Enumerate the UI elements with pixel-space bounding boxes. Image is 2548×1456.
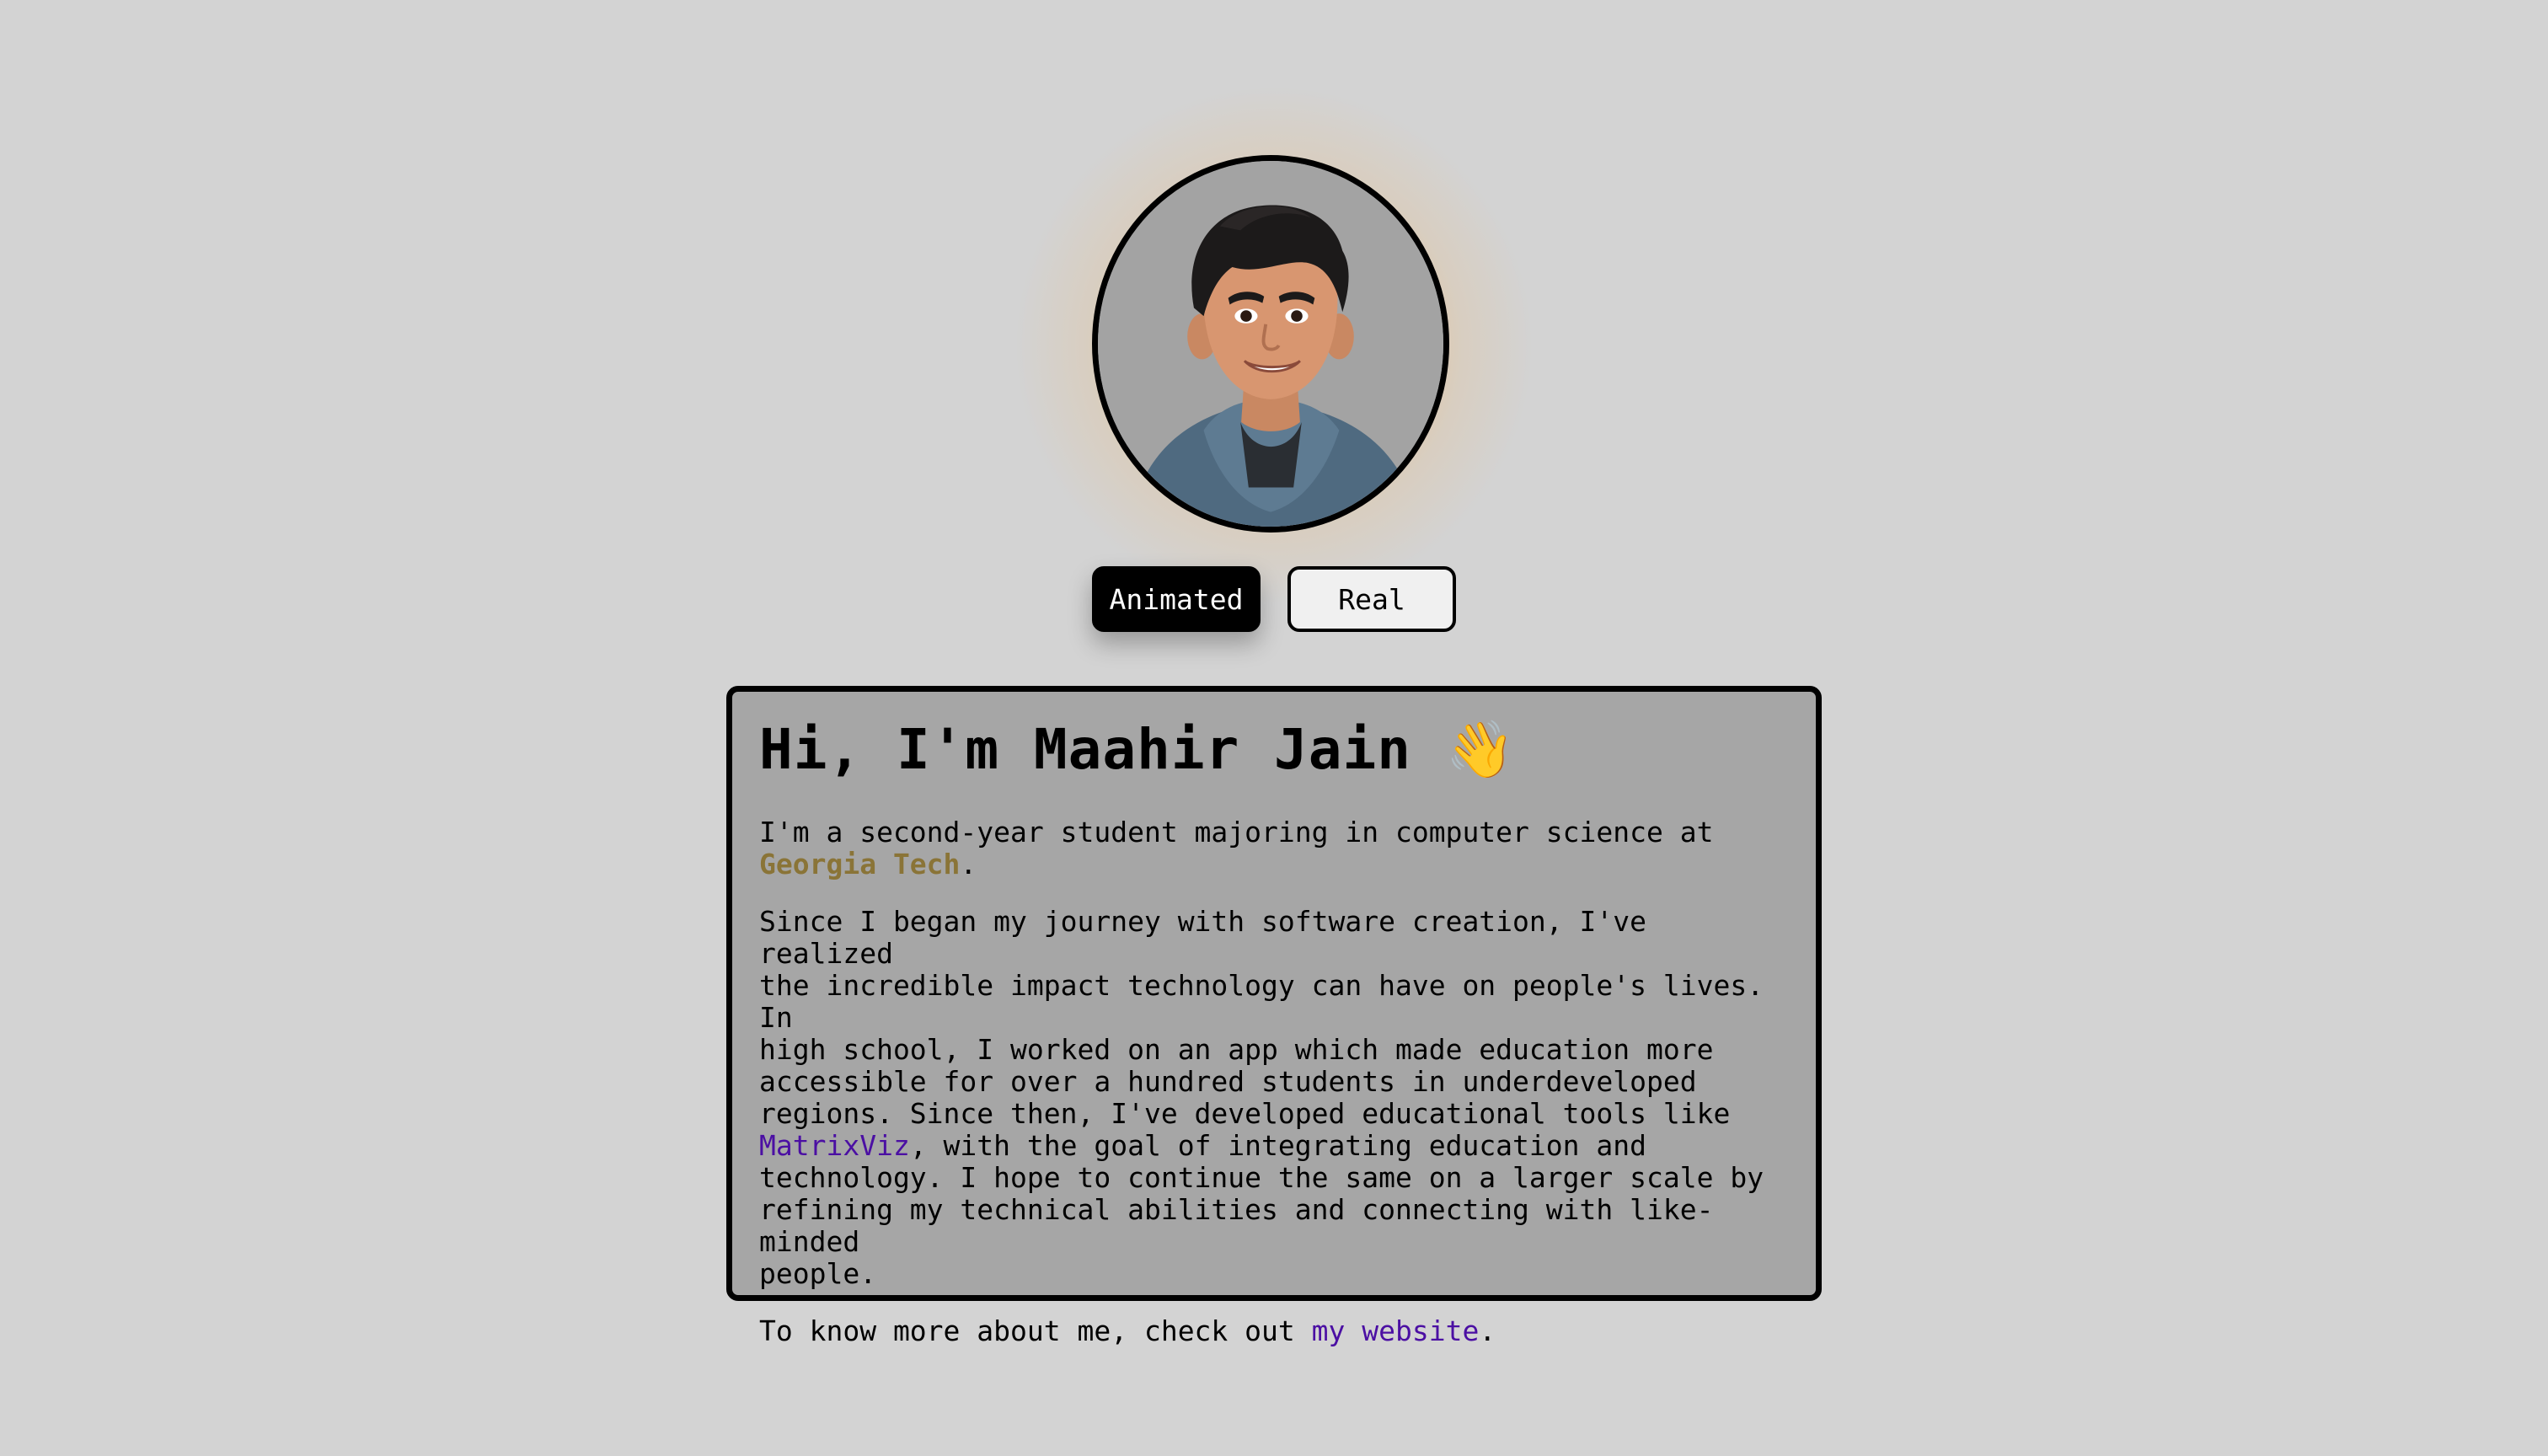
intro-paragraph-education: I'm a second-year student majoring in co…: [759, 816, 1789, 881]
avatar: [1092, 155, 1449, 533]
matrixviz-link[interactable]: MatrixViz: [759, 1129, 910, 1162]
intro-p1-end: .: [960, 848, 977, 881]
georgia-tech-link[interactable]: Georgia Tech: [759, 848, 960, 881]
animated-toggle-button[interactable]: Animated: [1092, 566, 1261, 632]
page-title: Hi, I'm Maahir Jain 👋: [759, 722, 1789, 778]
intro-p1-text: I'm a second-year student majoring in co…: [759, 816, 1714, 848]
intro-paragraph-journey: Since I began my journey with software c…: [759, 906, 1789, 1290]
intro-p2-text: Since I began my journey with software c…: [759, 905, 1764, 1130]
intro-p3-end: .: [1479, 1314, 1496, 1347]
avatar-illustration: [1098, 161, 1443, 527]
page-title-text: Hi, I'm Maahir Jain: [759, 717, 1411, 782]
real-toggle-button[interactable]: Real: [1287, 566, 1456, 632]
wave-emoji-icon: 👋: [1445, 717, 1516, 782]
intro-card: Hi, I'm Maahir Jain 👋 I'm a second-year …: [726, 686, 1822, 1347]
website-link[interactable]: my website: [1312, 1314, 1480, 1347]
intro-paragraph-website: To know more about me, check out my webs…: [759, 1315, 1789, 1347]
intro-p2-end: , with the goal of integrating education…: [759, 1129, 1764, 1290]
intro-p3-text: To know more about me, check out: [759, 1314, 1312, 1347]
